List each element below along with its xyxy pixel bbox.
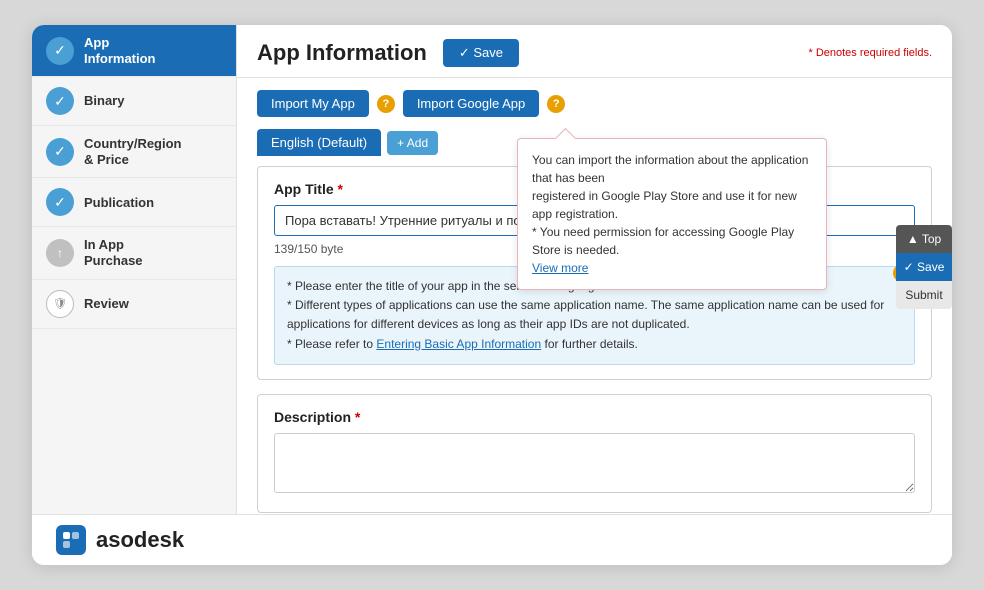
upload-icon-purchase: ↑: [46, 239, 74, 267]
tooltip-line3: * You need permission for accessing Goog…: [532, 225, 794, 257]
tooltip-line2: registered in Google Play Store and use …: [532, 189, 797, 221]
main-content: App Information ✓ Save * Denotes require…: [237, 25, 952, 514]
byte-count: 139/150 byte: [274, 242, 343, 256]
footer-bar: asodesk: [32, 514, 952, 565]
sidebar-label-app-information: App Information: [84, 35, 156, 66]
import-my-app-button[interactable]: Import My App: [257, 90, 369, 117]
import-google-app-button[interactable]: Import Google App: [403, 90, 539, 117]
tab-english-default[interactable]: English (Default): [257, 129, 381, 156]
add-language-button[interactable]: + Add: [387, 131, 438, 155]
description-section: Description *: [257, 394, 932, 513]
check-icon-binary: ✓: [46, 87, 74, 115]
hint-line2: * Different types of applications can us…: [287, 298, 884, 331]
shield-icon-review: 🛡: [46, 290, 74, 318]
content-area: Import My App ? Import Google App ? You …: [237, 78, 952, 514]
page-title: App Information: [257, 40, 427, 66]
save-button-header[interactable]: ✓ Save: [443, 39, 519, 67]
check-icon-country: ✓: [46, 138, 74, 166]
sidebar-item-country-region[interactable]: ✓ Country/Region & Price: [32, 126, 236, 178]
import-my-app-help-icon[interactable]: ?: [377, 95, 395, 113]
asodesk-brand-text: asodesk: [96, 527, 184, 553]
required-star-desc: *: [355, 409, 360, 425]
sidebar-label-purchase: In App Purchase: [84, 237, 143, 268]
main-header: App Information ✓ Save * Denotes require…: [237, 25, 952, 78]
asodesk-logo-icon: [56, 525, 86, 555]
required-note: * Denotes required fields.: [808, 47, 932, 59]
entering-basic-info-link[interactable]: Entering Basic App Information: [376, 337, 541, 351]
sidebar-label-binary: Binary: [84, 93, 124, 109]
sidebar-label-publication: Publication: [84, 195, 154, 211]
description-label: Description *: [274, 409, 915, 425]
check-icon-publication: ✓: [46, 188, 74, 216]
import-row: Import My App ? Import Google App ?: [257, 90, 932, 117]
tooltip-line1: You can import the information about the…: [532, 153, 808, 185]
google-app-tooltip: You can import the information about the…: [517, 138, 827, 290]
right-action-panel: ▲ Top ✓ Save Submit: [896, 225, 952, 309]
description-textarea[interactable]: [274, 433, 915, 493]
check-icon: ✓: [46, 37, 74, 65]
sidebar-item-app-information[interactable]: ✓ App Information: [32, 25, 236, 77]
sidebar-label-review: Review: [84, 296, 129, 312]
tooltip-view-more-link[interactable]: View more: [532, 261, 588, 275]
hint-suffix: for further details.: [541, 337, 638, 351]
required-star-title: *: [338, 181, 343, 197]
sidebar: ✓ App Information ✓ Binary ✓ Country/Reg…: [32, 25, 237, 514]
sidebar-label-country: Country/Region & Price: [84, 136, 182, 167]
sidebar-item-review[interactable]: 🛡 Review: [32, 280, 236, 329]
import-google-app-help-icon[interactable]: ?: [547, 95, 565, 113]
submit-button[interactable]: Submit: [896, 281, 952, 309]
save-button-right[interactable]: ✓ Save: [896, 253, 952, 281]
asodesk-logo-svg: [61, 530, 81, 550]
sidebar-item-binary[interactable]: ✓ Binary: [32, 77, 236, 126]
sidebar-item-in-app-purchase[interactable]: ↑ In App Purchase: [32, 227, 236, 279]
sidebar-item-publication[interactable]: ✓ Publication: [32, 178, 236, 227]
top-button[interactable]: ▲ Top: [896, 225, 952, 253]
